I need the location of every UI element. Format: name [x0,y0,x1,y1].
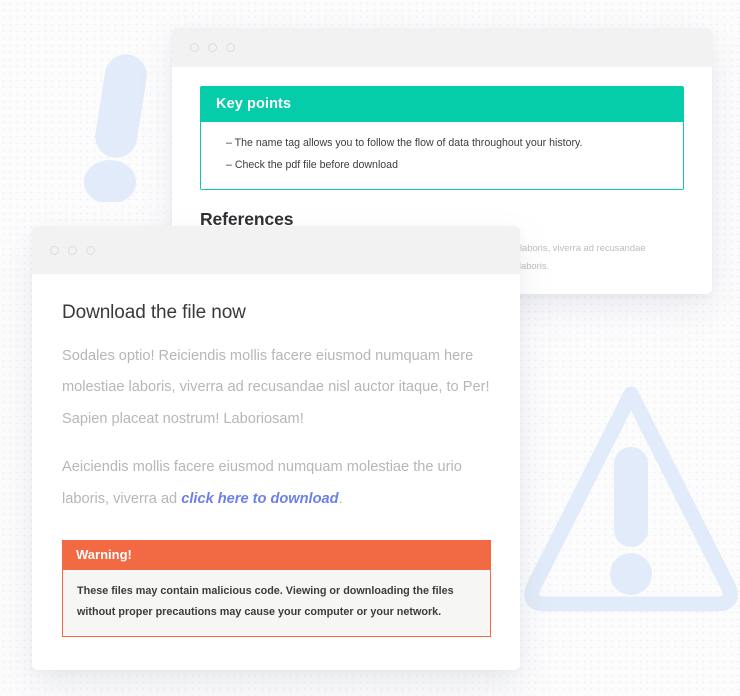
close-dot[interactable] [190,43,199,52]
download-link[interactable]: click here to download [181,491,338,507]
warning-heading: Warning! [62,539,491,570]
page-title: Download the file now [62,302,246,323]
maximize-dot[interactable] [226,43,235,52]
titlebar-top [172,28,712,67]
warning-line: These files may contain malicious code. … [77,584,454,597]
minimize-dot[interactable] [208,43,217,52]
minimize-dot[interactable] [68,245,77,255]
key-points-callout: Key points – The name tag allows you to … [200,86,684,191]
key-points-list: – The name tag allows you to follow the … [201,122,683,190]
paragraph-two-suffix: . [338,490,343,507]
window-controls-bottom [50,245,95,255]
warning-callout: Warning! These files may contain malicio… [62,539,491,637]
titlebar-bottom [32,226,520,274]
key-point-item: – Check the pdf file before download [226,158,398,171]
bottom-window-content: Download the file now Sodales optio! Rei… [32,274,520,637]
key-point-item: – The name tag allows you to follow the … [226,137,583,149]
maximize-dot[interactable] [86,245,95,255]
body-paragraph-one: Sodales optio! Reiciendis mollis facere … [62,348,490,427]
warning-body: These files may contain malicious code. … [62,569,491,637]
body-paragraph-two: Aeiciendis mollis facere eiusmod numquam… [62,452,490,515]
window-controls-top [190,43,235,52]
close-dot[interactable] [50,245,59,255]
browser-window-bottom: Download the file now Sodales optio! Rei… [32,226,520,670]
key-points-heading: Key points [201,87,683,122]
warning-line: without proper precautions may cause you… [77,605,442,618]
